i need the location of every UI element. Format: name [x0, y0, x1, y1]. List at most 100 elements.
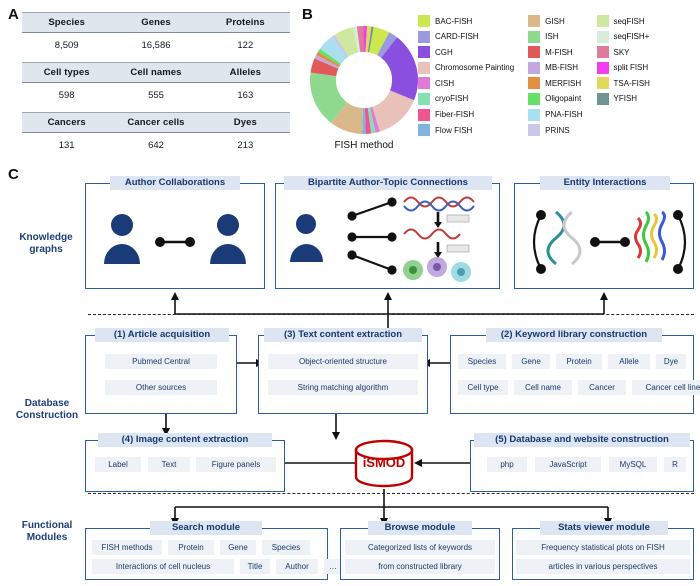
fm-browse-line-1: Categorized lists of keywords — [345, 540, 495, 555]
legend-item[interactable]: Chromosome Painting — [418, 61, 514, 75]
db-keyword-r2-0[interactable]: Cell type — [458, 380, 508, 395]
fm-search-r1-2[interactable]: Gene — [220, 540, 256, 555]
legend-item[interactable]: SKY — [596, 45, 650, 59]
legend-item[interactable]: MERFISH — [528, 76, 582, 90]
legend-label: CISH — [435, 78, 455, 88]
legend-item[interactable]: seqFISH+ — [596, 30, 650, 44]
legend-label: Fiber-FISH — [435, 110, 475, 120]
table-header-cell: Proteins — [200, 12, 290, 33]
entity-interaction-icon — [532, 210, 687, 274]
table-value-cell: 555 — [111, 82, 201, 109]
table-header-cell: Cancer cells — [111, 112, 201, 133]
donut-chart — [308, 24, 420, 136]
legend-label: TSA-FISH — [613, 78, 650, 88]
legend-item[interactable]: ISH — [528, 30, 582, 44]
db-keyword-r1-3[interactable]: Allele — [608, 354, 650, 369]
dna-double-helix-icon — [546, 210, 582, 266]
table-header-row: Cell types Cell names Alleles — [22, 62, 290, 83]
divider-database-functional — [88, 493, 694, 494]
kg-title-author-collaborations: Author Collaborations — [110, 176, 240, 190]
db-box-article-acquisition[interactable] — [85, 335, 237, 414]
legend-label: GISH — [545, 16, 565, 26]
db-chip-object-oriented-structure[interactable]: Object-oriented structure — [268, 354, 418, 369]
db-chip-label[interactable]: Label — [95, 457, 141, 472]
table-header-row: Species Genes Proteins — [22, 12, 290, 33]
legend-item[interactable]: M-FISH — [528, 45, 582, 59]
fm-browse-line-2: from constructed library — [345, 559, 495, 574]
dna-helix-top-icon — [403, 196, 475, 212]
donut-chart-caption: FISH method — [334, 140, 394, 151]
db-box-text-content-extraction[interactable] — [258, 335, 428, 414]
legend-swatch-icon — [596, 30, 609, 43]
legend-swatch-icon — [528, 61, 541, 74]
table-value-cell: 642 — [111, 132, 201, 159]
table-value-cell: 213 — [200, 132, 290, 159]
legend-item[interactable]: Flow FISH — [418, 123, 514, 137]
legend-item[interactable]: cryoFISH — [418, 92, 514, 106]
db-keyword-r2-1[interactable]: Cell name — [514, 380, 572, 395]
legend-item[interactable]: YFISH — [596, 92, 650, 106]
donut-chart-svg — [310, 26, 418, 134]
table-header-cell: Cell types — [22, 62, 112, 83]
legend-item[interactable]: TSA-FISH — [596, 76, 650, 90]
fm-search-r2-0[interactable]: Interactions of cell nucleus — [92, 559, 234, 574]
legend-item[interactable]: seqFISH — [596, 14, 650, 28]
table-value-cell: 8,509 — [22, 32, 112, 59]
db-keyword-r1-0[interactable]: Species — [458, 354, 506, 369]
legend-swatch-icon — [596, 15, 609, 27]
legend-item[interactable]: PRINS — [528, 123, 582, 137]
db-box-keyword-library-construction[interactable] — [450, 335, 694, 414]
legend-label: CARD-FISH — [435, 32, 479, 42]
legend-label: MB-FISH — [545, 63, 579, 73]
db-chip-string-matching-algorithm[interactable]: String matching algorithm — [268, 380, 418, 395]
legend-item[interactable]: PNA-FISH — [528, 108, 583, 122]
table-value-cell: 131 — [22, 132, 112, 159]
fm-search-r1-0[interactable]: FISH methods — [92, 540, 162, 555]
db-chip-r[interactable]: R — [664, 457, 686, 472]
fm-search-r1-3[interactable]: Species — [262, 540, 310, 555]
db-keyword-r2-2[interactable]: Cancer — [578, 380, 626, 395]
legend-swatch-icon — [418, 92, 430, 105]
legend-swatch-icon — [418, 77, 430, 90]
legend-item[interactable]: Oligopaint — [528, 92, 582, 106]
fm-search-r2-1[interactable]: Title — [240, 559, 270, 574]
db-keyword-r1-1[interactable]: Gene — [512, 354, 550, 369]
db-chip-pubmed-central[interactable]: Pubmed Central — [105, 354, 217, 369]
legend-item[interactable]: Fiber-FISH — [418, 108, 514, 122]
table-value-cell: 16,586 — [111, 32, 201, 59]
legend-column: seqFISH seqFISH+ SKY split FISH TSA-FISH YFIS… — [596, 14, 650, 137]
table-header-cell: Cancers — [22, 112, 112, 133]
table-value-cell: 163 — [200, 82, 290, 109]
divider-knowledge-database — [88, 314, 694, 315]
db-chip-mysql[interactable]: MySQL — [609, 457, 657, 472]
legend-item[interactable]: CGH — [418, 45, 514, 59]
legend-swatch-icon — [418, 30, 430, 43]
legend-item[interactable]: GISH — [528, 14, 582, 28]
table-row: 8,509 16,586 122 — [22, 32, 290, 59]
legend-item[interactable]: MB-FISH — [528, 61, 582, 75]
legend-label: seqFISH+ — [613, 32, 650, 42]
db-chip-php[interactable]: php — [487, 457, 527, 472]
legend-column: BAC-FISH CARD-FISH CGH Chromosome Painting C… — [418, 14, 514, 137]
db-chip-figure-panels[interactable]: Figure panels — [196, 457, 276, 472]
legend-label: CGH — [435, 47, 453, 57]
legend-item[interactable]: split FISH — [596, 61, 650, 75]
db-chip-text[interactable]: Text — [148, 457, 190, 472]
cell-icons — [403, 257, 471, 282]
table-row: 131 642 213 — [22, 132, 290, 159]
legend-item[interactable]: BAC-FISH — [418, 14, 514, 28]
db-keyword-r2-3[interactable]: Cancer cell line — [632, 380, 700, 395]
donut-legend: BAC-FISH CARD-FISH CGH Chromosome Painting C… — [418, 14, 650, 137]
db-keyword-r1-2[interactable]: Protein — [556, 354, 602, 369]
db-chip-javascript[interactable]: JavaScript — [535, 457, 601, 472]
db-keyword-r1-4[interactable]: Dye — [656, 354, 686, 369]
legend-swatch-icon — [418, 108, 430, 121]
panel-a-stats-tables: Species Genes Proteins 8,509 16,586 122 Cell t… — [22, 12, 290, 159]
fm-search-r2-2[interactable]: Author — [276, 559, 318, 574]
legend-swatch-icon — [596, 92, 609, 105]
db-chip-other-sources[interactable]: Other sources — [105, 380, 217, 395]
table-row: 598 555 163 — [22, 82, 290, 109]
fm-search-r1-1[interactable]: Protein — [168, 540, 214, 555]
legend-item[interactable]: CISH — [418, 76, 514, 90]
legend-item[interactable]: CARD-FISH — [418, 30, 514, 44]
